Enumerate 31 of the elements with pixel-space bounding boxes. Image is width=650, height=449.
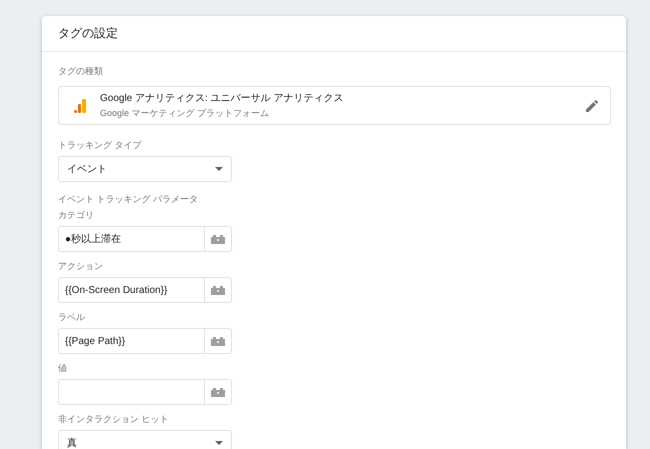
variable-button[interactable] — [205, 226, 232, 252]
field-label: カテゴリ — [58, 209, 95, 222]
variable-icon — [211, 388, 225, 396]
tag-type-name: Google アナリティクス: ユニバーサル アナリティクス — [100, 92, 344, 105]
field-label: ラベル — [58, 311, 86, 324]
variable-button[interactable] — [205, 328, 232, 354]
caret-icon — [215, 167, 223, 171]
bar-chart-icon — [74, 98, 86, 112]
input-field[interactable]: {{On-Screen Duration}} — [58, 277, 205, 303]
input-field[interactable]: ●秒以上滞在 — [58, 226, 205, 252]
edit-button[interactable] — [584, 98, 600, 114]
pencil-icon — [586, 100, 598, 112]
field-label: タグの種類 — [58, 65, 104, 78]
tag-type-card[interactable]: Google アナリティクス: ユニバーサル アナリティクス Google マーケティング プラットフォーム — [58, 86, 611, 125]
variable-icon — [211, 336, 225, 346]
field-label: アクション — [58, 260, 104, 273]
card-title: タグの設定 — [58, 25, 118, 42]
tag-type-subtitle: Google マーケティング プラットフォーム — [100, 107, 270, 120]
variable-icon — [211, 234, 225, 244]
dropdown[interactable]: イベント — [58, 156, 232, 182]
variable-icon — [211, 286, 225, 294]
field-label: トラッキング タイプ — [58, 139, 143, 152]
dropdown[interactable]: 真 — [58, 430, 232, 449]
section-heading: イベント トラッキング パラメータ — [58, 193, 200, 206]
input-field[interactable] — [58, 379, 205, 405]
variable-button[interactable] — [205, 277, 232, 303]
field-label: 値 — [58, 362, 68, 375]
input-field[interactable]: {{Page Path}} — [58, 328, 205, 354]
variable-button[interactable] — [205, 379, 232, 405]
field-label: 非インタラクション ヒット — [58, 413, 170, 426]
caret-icon — [215, 441, 223, 445]
